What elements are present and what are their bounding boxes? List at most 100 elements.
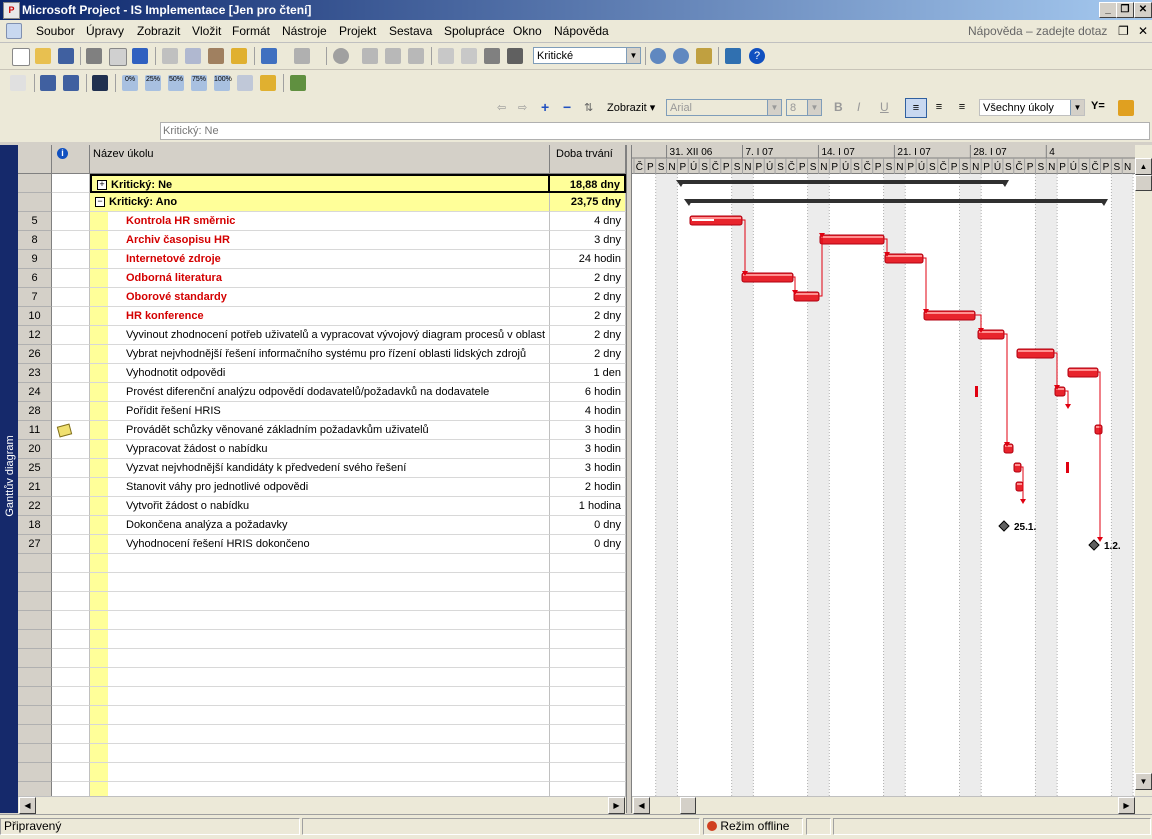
duration-cell[interactable]: 2 dny — [550, 345, 626, 364]
row-id-cell[interactable] — [18, 706, 52, 725]
task-name-cell[interactable]: Kontrola HR směrnic — [90, 212, 550, 231]
move-right-icon[interactable]: ⇨ — [518, 101, 527, 114]
table-row[interactable]: 6 Odborná literatura 2 dny — [18, 269, 626, 288]
row-id-cell[interactable] — [18, 554, 52, 573]
duration-cell[interactable]: 2 hodin — [550, 478, 626, 497]
duration-cell[interactable]: 18,88 dny — [550, 174, 626, 193]
indicator-cell[interactable] — [52, 364, 90, 383]
menu-spoluprace[interactable]: Spolupráce — [444, 24, 505, 38]
align-center-button[interactable]: ≡ — [929, 98, 949, 116]
indicator-cell[interactable] — [52, 383, 90, 402]
task-name-cell[interactable]: Provést diferenční analýzu odpovědí doda… — [90, 383, 550, 402]
cut-icon[interactable] — [162, 48, 178, 64]
print-icon[interactable] — [86, 48, 102, 64]
indicator-cell[interactable] — [52, 212, 90, 231]
duration-cell[interactable] — [550, 668, 626, 687]
copy-picture-icon[interactable] — [725, 48, 741, 64]
row-id-cell[interactable] — [18, 573, 52, 592]
scroll-right-icon[interactable]: ▶ — [608, 797, 625, 814]
indicator-cell[interactable] — [52, 478, 90, 497]
duration-cell[interactable] — [550, 706, 626, 725]
task-name-cell[interactable] — [90, 706, 550, 725]
duration-cell[interactable] — [550, 782, 626, 796]
task-name-cell[interactable]: Vyzvat nejvhodnější kandidáty k předvede… — [90, 459, 550, 478]
duration-cell[interactable] — [550, 592, 626, 611]
gantt-vscrollbar[interactable]: ▲ ▼ — [1135, 145, 1152, 796]
duration-cell[interactable] — [550, 687, 626, 706]
menu-sestava[interactable]: Sestava — [389, 24, 432, 38]
menu-zobrazit[interactable]: Zobrazit — [137, 24, 180, 38]
move-left-icon[interactable]: ⇦ — [497, 101, 506, 114]
indicator-cell[interactable] — [52, 174, 90, 193]
gantt-scroll-right-icon[interactable]: ▶ — [1118, 797, 1135, 814]
indicator-cell[interactable] — [52, 573, 90, 592]
font-size-select[interactable]: 8 ▼ — [786, 99, 822, 116]
group-by-icon[interactable] — [507, 48, 523, 64]
indicator-cell[interactable] — [52, 649, 90, 668]
table-row[interactable]: 25 Vyzvat nejvhodnější kandidáty k předve… — [18, 459, 626, 478]
row-id-cell[interactable]: 12 — [18, 326, 52, 345]
task-name-cell[interactable]: Archiv časopisu HR — [90, 231, 550, 250]
name-header[interactable]: Název úkolu — [90, 145, 550, 174]
task-name-cell[interactable] — [90, 782, 550, 796]
minimize-button[interactable]: _ — [1099, 2, 1117, 18]
empty-row[interactable] — [18, 592, 626, 611]
indicator-cell[interactable] — [52, 668, 90, 687]
table-row[interactable]: 27 Vyhodnocení řešení HRIS dokončeno 0 dny — [18, 535, 626, 554]
update-as-scheduled-icon[interactable] — [237, 75, 253, 91]
row-id-cell[interactable]: 6 — [18, 269, 52, 288]
menu-okno[interactable]: Okno — [513, 24, 542, 38]
redo-icon[interactable] — [294, 48, 310, 64]
duration-cell[interactable]: 1 hodina — [550, 497, 626, 516]
menu-nastroje[interactable]: Nástroje — [282, 24, 327, 38]
save-icon[interactable] — [58, 48, 74, 64]
row-id-cell[interactable]: 28 — [18, 402, 52, 421]
table-row[interactable]: 5 Kontrola HR směrnic 4 dny — [18, 212, 626, 231]
duration-cell[interactable]: 1 den — [550, 364, 626, 383]
duration-cell[interactable]: 2 dny — [550, 269, 626, 288]
indicator-cell[interactable] — [52, 421, 90, 440]
task-name-cell[interactable] — [90, 573, 550, 592]
group-row[interactable]: + Kritický: Ne 18,88 dny — [18, 174, 626, 193]
unlink-tasks-icon[interactable] — [385, 48, 401, 64]
duration-cell[interactable] — [550, 725, 626, 744]
split-task-icon[interactable] — [408, 48, 424, 64]
row-id-cell[interactable]: 24 — [18, 383, 52, 402]
zoom-out-icon[interactable] — [673, 48, 689, 64]
duration-cell[interactable]: 2 dny — [550, 326, 626, 345]
offline-mode-panel[interactable]: Režim offline — [703, 818, 803, 835]
task-name-cell[interactable]: Vybrat nejvhodnější řešení informačního … — [90, 345, 550, 364]
duration-cell[interactable]: 0 dny — [550, 516, 626, 535]
empty-row[interactable] — [18, 668, 626, 687]
task-name-cell[interactable]: Vyhodnocení řešení HRIS dokončeno — [90, 535, 550, 554]
indicator-cell[interactable] — [52, 706, 90, 725]
entry-field[interactable]: Kritický: Ne — [160, 122, 1150, 140]
gantt-scroll-left-icon[interactable]: ◀ — [633, 797, 650, 814]
align-left-button[interactable]: ≡ — [905, 98, 927, 118]
empty-row[interactable] — [18, 706, 626, 725]
task-name-cell[interactable]: + Kritický: Ne — [90, 174, 550, 193]
table-row[interactable]: 22 Vytvořit žádost o nabídku 1 hodina — [18, 497, 626, 516]
duration-cell[interactable]: 0 dny — [550, 535, 626, 554]
menu-format[interactable]: Formát — [232, 24, 270, 38]
help-icon[interactable]: ? — [749, 48, 765, 64]
duration-cell[interactable]: 4 dny — [550, 212, 626, 231]
doc-restore-icon[interactable]: ❐ — [1118, 24, 1129, 38]
table-row[interactable]: 10 HR konference 2 dny — [18, 307, 626, 326]
gantt-chart[interactable]: 31. XII 06 7. I 07 14. I 07 21. I 07 28. I 0… — [632, 145, 1135, 796]
duration-cell[interactable]: 24 hodin — [550, 250, 626, 269]
tracking-gantt-icon[interactable] — [10, 75, 26, 91]
table-row[interactable]: 26 Vybrat nejvhodnější řešení informačníh… — [18, 345, 626, 364]
bold-button[interactable]: B — [834, 100, 843, 114]
show-plus-icon[interactable]: + — [541, 99, 549, 115]
row-id-cell[interactable] — [18, 630, 52, 649]
task-name-cell[interactable]: Vytvořit žádost o nabídku — [90, 497, 550, 516]
duration-cell[interactable]: 23,75 dny — [550, 193, 626, 212]
indicator-cell[interactable] — [52, 535, 90, 554]
duration-cell[interactable]: 6 hodin — [550, 383, 626, 402]
font-select[interactable]: Arial ▼ — [666, 99, 782, 116]
task-notes-icon[interactable] — [461, 48, 477, 64]
goto-task-icon[interactable] — [696, 48, 712, 64]
group-select[interactable]: Kritické ▼ — [533, 47, 641, 64]
table-row[interactable]: 23 Vyhodnotit odpovědi 1 den — [18, 364, 626, 383]
